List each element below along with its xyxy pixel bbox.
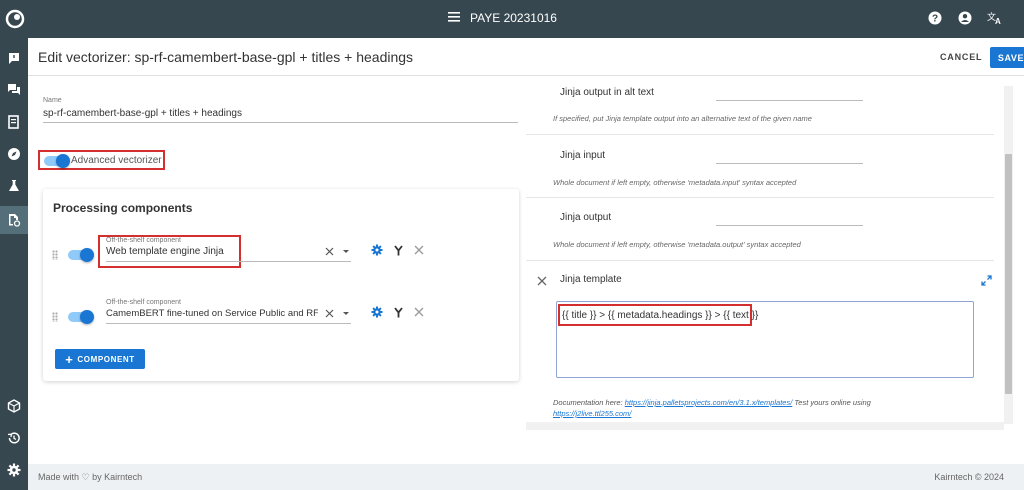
plus-icon: + <box>65 351 74 367</box>
name-input[interactable]: sp-rf-camembert-base-gpl + titles + head… <box>43 108 242 119</box>
project-title: PAYE 20231016 <box>470 11 557 25</box>
expand-icon[interactable] <box>980 274 992 286</box>
chevron-down-icon[interactable] <box>340 245 352 257</box>
nav-history-icon[interactable] <box>4 428 24 448</box>
advanced-vectorizer-toggle[interactable] <box>44 154 70 168</box>
drag-handle-icon[interactable] <box>52 312 58 322</box>
nav-settings-icon[interactable] <box>4 460 24 480</box>
jinja-template-label: Jinja template <box>560 274 622 285</box>
side-nav <box>0 38 28 490</box>
footer: Made with ♡ by Kairntech Kairntech © 202… <box>28 464 1024 490</box>
j2live-link[interactable]: https://j2live.ttl255.com/ <box>553 409 631 418</box>
nav-compass-icon[interactable] <box>4 144 24 164</box>
nav-lab-icon[interactable] <box>4 176 24 196</box>
svg-text:A: A <box>995 17 1001 25</box>
jinja-output-label: Jinja output <box>560 212 612 223</box>
add-component-button[interactable]: + COMPONENT <box>55 349 145 369</box>
component-1-underline <box>106 261 351 262</box>
footer-copyright: Kairntech © 2024 <box>934 472 1004 482</box>
svg-text:?: ? <box>932 14 938 25</box>
component-2-select[interactable]: CamemBERT fine-tuned on Service Public a… <box>106 308 318 319</box>
clear-icon[interactable] <box>323 307 335 319</box>
jinja-docs-link[interactable]: https://jinja.palletsprojects.com/en/3.1… <box>625 398 793 407</box>
save-button[interactable]: SAVE <box>990 47 1024 68</box>
help-icon[interactable]: ? <box>926 9 944 27</box>
fork-icon[interactable] <box>392 306 404 318</box>
remove-component-icon[interactable] <box>413 306 425 318</box>
nav-vectorizers-icon[interactable] <box>0 206 28 234</box>
component-2-underline <box>106 323 351 324</box>
jinja-alt-input[interactable] <box>716 100 863 101</box>
doc-middle: Test yours online using <box>792 398 871 407</box>
top-bar: PAYE 20231016 ? 文A <box>0 0 1024 38</box>
jinja-output-hint: Whole document if left empty, otherwise … <box>553 240 801 249</box>
advanced-vectorizer-label: Advanced vectorizer <box>71 155 162 166</box>
chevron-down-icon[interactable] <box>340 307 352 319</box>
nav-chat-icon[interactable] <box>4 48 24 68</box>
fork-icon[interactable] <box>392 244 404 256</box>
clear-icon[interactable] <box>323 245 335 257</box>
nav-cube-icon[interactable] <box>4 396 24 416</box>
component-1-select[interactable]: Web template engine Jinja <box>106 246 224 257</box>
jinja-alt-hint: If specified, put Jinja template output … <box>553 114 812 123</box>
right-panel-scrollbar[interactable] <box>1004 86 1013 424</box>
jinja-input-hint: Whole document if left empty, otherwise … <box>553 178 797 187</box>
close-template-icon[interactable] <box>536 275 548 287</box>
jinja-template-value[interactable]: {{ title }} > {{ metadata.headings }} > … <box>562 310 758 321</box>
component-1-label: Off-the-shelf component <box>106 237 181 244</box>
component-2-toggle[interactable] <box>68 310 94 324</box>
remove-component-icon[interactable] <box>413 244 425 256</box>
app-logo-icon[interactable] <box>4 8 26 30</box>
component-settings-gear-icon[interactable] <box>371 306 383 318</box>
name-label: Name <box>43 97 62 104</box>
footer-credit: Made with ♡ by Kairntech <box>38 472 143 482</box>
jinja-output-field[interactable] <box>716 225 863 226</box>
jinja-documentation: Documentation here: https://jinja.pallet… <box>553 397 943 419</box>
scrollbar-thumb[interactable] <box>1005 154 1012 394</box>
nav-forum-icon[interactable] <box>4 80 24 100</box>
jinja-input-field[interactable] <box>716 163 863 164</box>
component-2-label: Off-the-shelf component <box>106 299 181 306</box>
nav-documents-icon[interactable] <box>4 112 24 132</box>
drag-handle-icon[interactable] <box>52 250 58 260</box>
doc-prefix: Documentation here: <box>553 398 625 407</box>
component-1-toggle[interactable] <box>68 248 94 262</box>
cancel-button[interactable]: CANCEL <box>940 52 982 62</box>
separator <box>526 197 994 198</box>
project-selector[interactable]: PAYE 20231016 <box>448 11 557 25</box>
jinja-alt-label: Jinja output in alt text <box>560 87 654 98</box>
separator <box>526 260 994 261</box>
horizontal-scrollbar[interactable] <box>526 422 1004 430</box>
translate-icon[interactable]: 文A <box>986 9 1004 27</box>
jinja-input-label: Jinja input <box>560 150 606 161</box>
page-title: Edit vectorizer: sp-rf-camembert-base-gp… <box>38 49 414 65</box>
menu-icon[interactable] <box>448 11 460 25</box>
add-component-label: COMPONENT <box>77 354 135 364</box>
account-icon[interactable] <box>956 9 974 27</box>
processing-components-title: Processing components <box>53 201 193 215</box>
processing-components-card: Processing components Off-the-shelf comp… <box>43 189 519 381</box>
page-header: Edit vectorizer: sp-rf-camembert-base-gp… <box>28 38 1024 76</box>
name-underline <box>43 122 518 123</box>
component-settings-gear-icon[interactable] <box>371 244 383 256</box>
separator <box>526 134 994 135</box>
